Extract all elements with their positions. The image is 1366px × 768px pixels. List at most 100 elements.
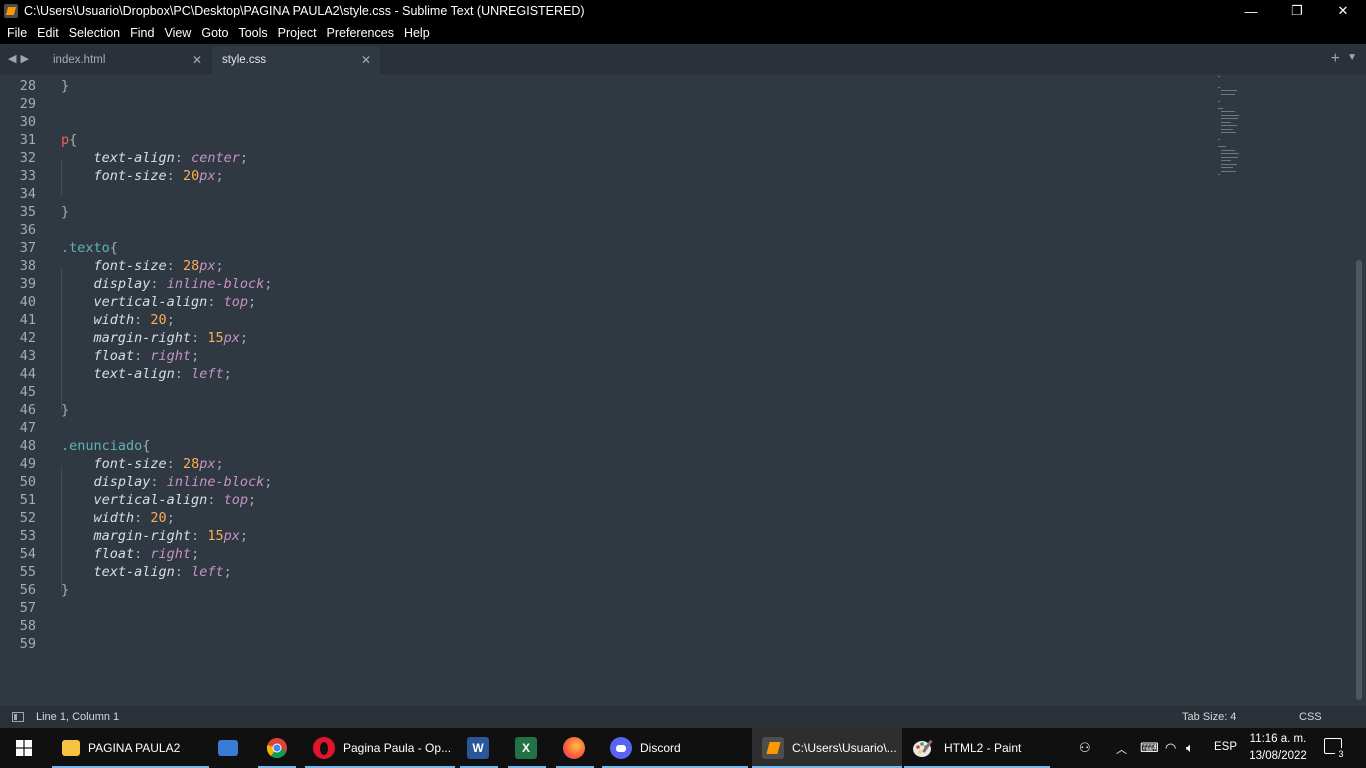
cursor-position[interactable]: Line 1, Column 1 bbox=[36, 711, 119, 723]
menu-preferences[interactable]: Preferences bbox=[322, 22, 399, 44]
code-line[interactable]: text-align: left; bbox=[61, 366, 232, 382]
code-token: : bbox=[134, 348, 151, 364]
language-indicator[interactable]: ESP bbox=[1214, 741, 1237, 753]
code-line[interactable]: width: 20; bbox=[61, 312, 175, 328]
restore-button[interactable]: ❐ bbox=[1274, 0, 1320, 22]
code-editor[interactable]: 28} 29 30 31 p{32 text-align: center; 33 font… bbox=[0, 74, 1354, 706]
code-line[interactable]: display: inline-block; bbox=[61, 276, 273, 292]
menu-selection[interactable]: Selection bbox=[64, 22, 125, 44]
tab-index-html[interactable]: index.html ✕ bbox=[43, 46, 211, 74]
code-line[interactable]: float: right; bbox=[61, 546, 200, 562]
code-token: ; bbox=[223, 564, 232, 580]
close-tab-icon[interactable]: ✕ bbox=[361, 53, 371, 67]
line-number: 37 bbox=[19, 240, 36, 256]
new-tab-icon[interactable]: + bbox=[1331, 50, 1340, 68]
code-line[interactable]: } bbox=[61, 78, 69, 94]
tab-next-icon[interactable]: ▶ bbox=[20, 52, 28, 65]
taskbar-opera[interactable]: Pagina Paula - Op... bbox=[305, 728, 455, 768]
line-number: 28 bbox=[19, 78, 36, 94]
minimap-line bbox=[1218, 107, 1223, 109]
code-line[interactable]: vertical-align: top; bbox=[61, 294, 257, 310]
start-button[interactable] bbox=[0, 728, 48, 768]
taskbar-chrome[interactable] bbox=[258, 728, 296, 768]
taskbar-paint[interactable]: HTML2 - Paint bbox=[904, 728, 1050, 768]
code-line[interactable]: } bbox=[61, 402, 69, 418]
menu-tools[interactable]: Tools bbox=[233, 22, 272, 44]
taskbar-discord[interactable]: Discord bbox=[602, 728, 748, 768]
menu-goto[interactable]: Goto bbox=[196, 22, 233, 44]
code-token: ; bbox=[215, 258, 224, 274]
volume-icon[interactable]: 🔈︎ bbox=[1186, 740, 1194, 756]
line-number: 52 bbox=[19, 510, 36, 526]
opera-icon bbox=[313, 737, 335, 759]
sublime-logo-icon bbox=[4, 4, 18, 18]
code-line[interactable]: text-align: left; bbox=[61, 564, 232, 580]
code-token: ; bbox=[166, 312, 175, 328]
code-line[interactable]: width: 20; bbox=[61, 510, 175, 526]
code-token: : bbox=[174, 564, 192, 580]
code-line[interactable]: display: inline-block; bbox=[61, 474, 273, 490]
code-line[interactable]: text-align: center; bbox=[61, 150, 248, 166]
close-button[interactable]: ✕ bbox=[1320, 0, 1366, 22]
code-line[interactable]: float: right; bbox=[61, 348, 200, 364]
code-line[interactable]: .enunciado{ bbox=[61, 438, 150, 454]
code-line[interactable]: font-size: 28px; bbox=[61, 258, 224, 274]
minimize-button[interactable]: — bbox=[1228, 0, 1274, 22]
minimap[interactable] bbox=[1218, 76, 1248, 190]
people-icon[interactable]: ⚇ bbox=[1079, 740, 1091, 756]
panel-toggle-icon[interactable] bbox=[12, 712, 24, 722]
code-line[interactable]: } bbox=[61, 204, 69, 220]
tab-style-css[interactable]: style.css ✕ bbox=[212, 46, 380, 74]
tab-prev-icon[interactable]: ◀ bbox=[8, 52, 16, 65]
firefox-icon bbox=[563, 737, 585, 759]
tab-list-chevron-down-icon[interactable]: ▼ bbox=[1347, 52, 1357, 63]
taskbar-sublime[interactable]: C:\Users\Usuario\... bbox=[752, 728, 902, 768]
code-token: : bbox=[191, 528, 208, 544]
code-token: margin-right bbox=[93, 330, 192, 346]
code-line[interactable]: font-size: 20px; bbox=[61, 168, 224, 184]
code-token: px bbox=[199, 168, 216, 184]
chevron-up-icon[interactable]: ︿ bbox=[1116, 741, 1127, 757]
tab-size-indicator[interactable]: Tab Size: 4 bbox=[1182, 711, 1236, 723]
keyboard-icon[interactable]: ⌨ bbox=[1140, 740, 1159, 756]
menu-help[interactable]: Help bbox=[399, 22, 435, 44]
line-number: 46 bbox=[19, 402, 36, 418]
menu-project[interactable]: Project bbox=[273, 22, 322, 44]
taskbar-firefox[interactable] bbox=[556, 728, 594, 768]
code-line[interactable]: margin-right: 15px; bbox=[61, 330, 248, 346]
taskbar-control-panel[interactable] bbox=[212, 728, 244, 768]
wifi-icon[interactable]: ◠ bbox=[1165, 740, 1176, 756]
line-number: 43 bbox=[19, 348, 36, 364]
line-number: 38 bbox=[19, 258, 36, 274]
title-bar: C:\Users\Usuario\Dropbox\PC\Desktop\PAGI… bbox=[0, 0, 1366, 22]
code-line[interactable]: p{ bbox=[61, 132, 77, 148]
code-token: right bbox=[150, 546, 192, 562]
scrollbar-thumb[interactable] bbox=[1356, 260, 1362, 700]
code-line[interactable]: vertical-align: top; bbox=[61, 492, 257, 508]
code-line[interactable]: font-size: 28px; bbox=[61, 456, 224, 472]
close-tab-icon[interactable]: ✕ bbox=[192, 53, 202, 67]
code-token: left bbox=[191, 366, 224, 382]
code-line[interactable]: margin-right: 15px; bbox=[61, 528, 248, 544]
code-token: 20 bbox=[150, 510, 167, 526]
minimap-line bbox=[1218, 174, 1220, 175]
code-line[interactable]: } bbox=[61, 582, 69, 598]
menu-edit[interactable]: Edit bbox=[32, 22, 64, 44]
taskbar-explorer[interactable]: PAGINA PAULA2 bbox=[52, 728, 209, 768]
menu-find[interactable]: Find bbox=[125, 22, 159, 44]
code-line[interactable]: .texto{ bbox=[61, 240, 118, 256]
taskbar-word[interactable]: W bbox=[460, 728, 498, 768]
code-token: ; bbox=[191, 546, 200, 562]
menu-file[interactable]: File bbox=[2, 22, 32, 44]
word-icon: W bbox=[467, 737, 489, 759]
menu-view[interactable]: View bbox=[159, 22, 196, 44]
code-token: top bbox=[223, 294, 248, 310]
syntax-indicator[interactable]: CSS bbox=[1299, 711, 1322, 723]
taskbar-excel[interactable]: X bbox=[508, 728, 546, 768]
clock[interactable]: 11:16 a. m. 13/08/2022 bbox=[1244, 731, 1312, 765]
minimap-line bbox=[1221, 90, 1238, 91]
